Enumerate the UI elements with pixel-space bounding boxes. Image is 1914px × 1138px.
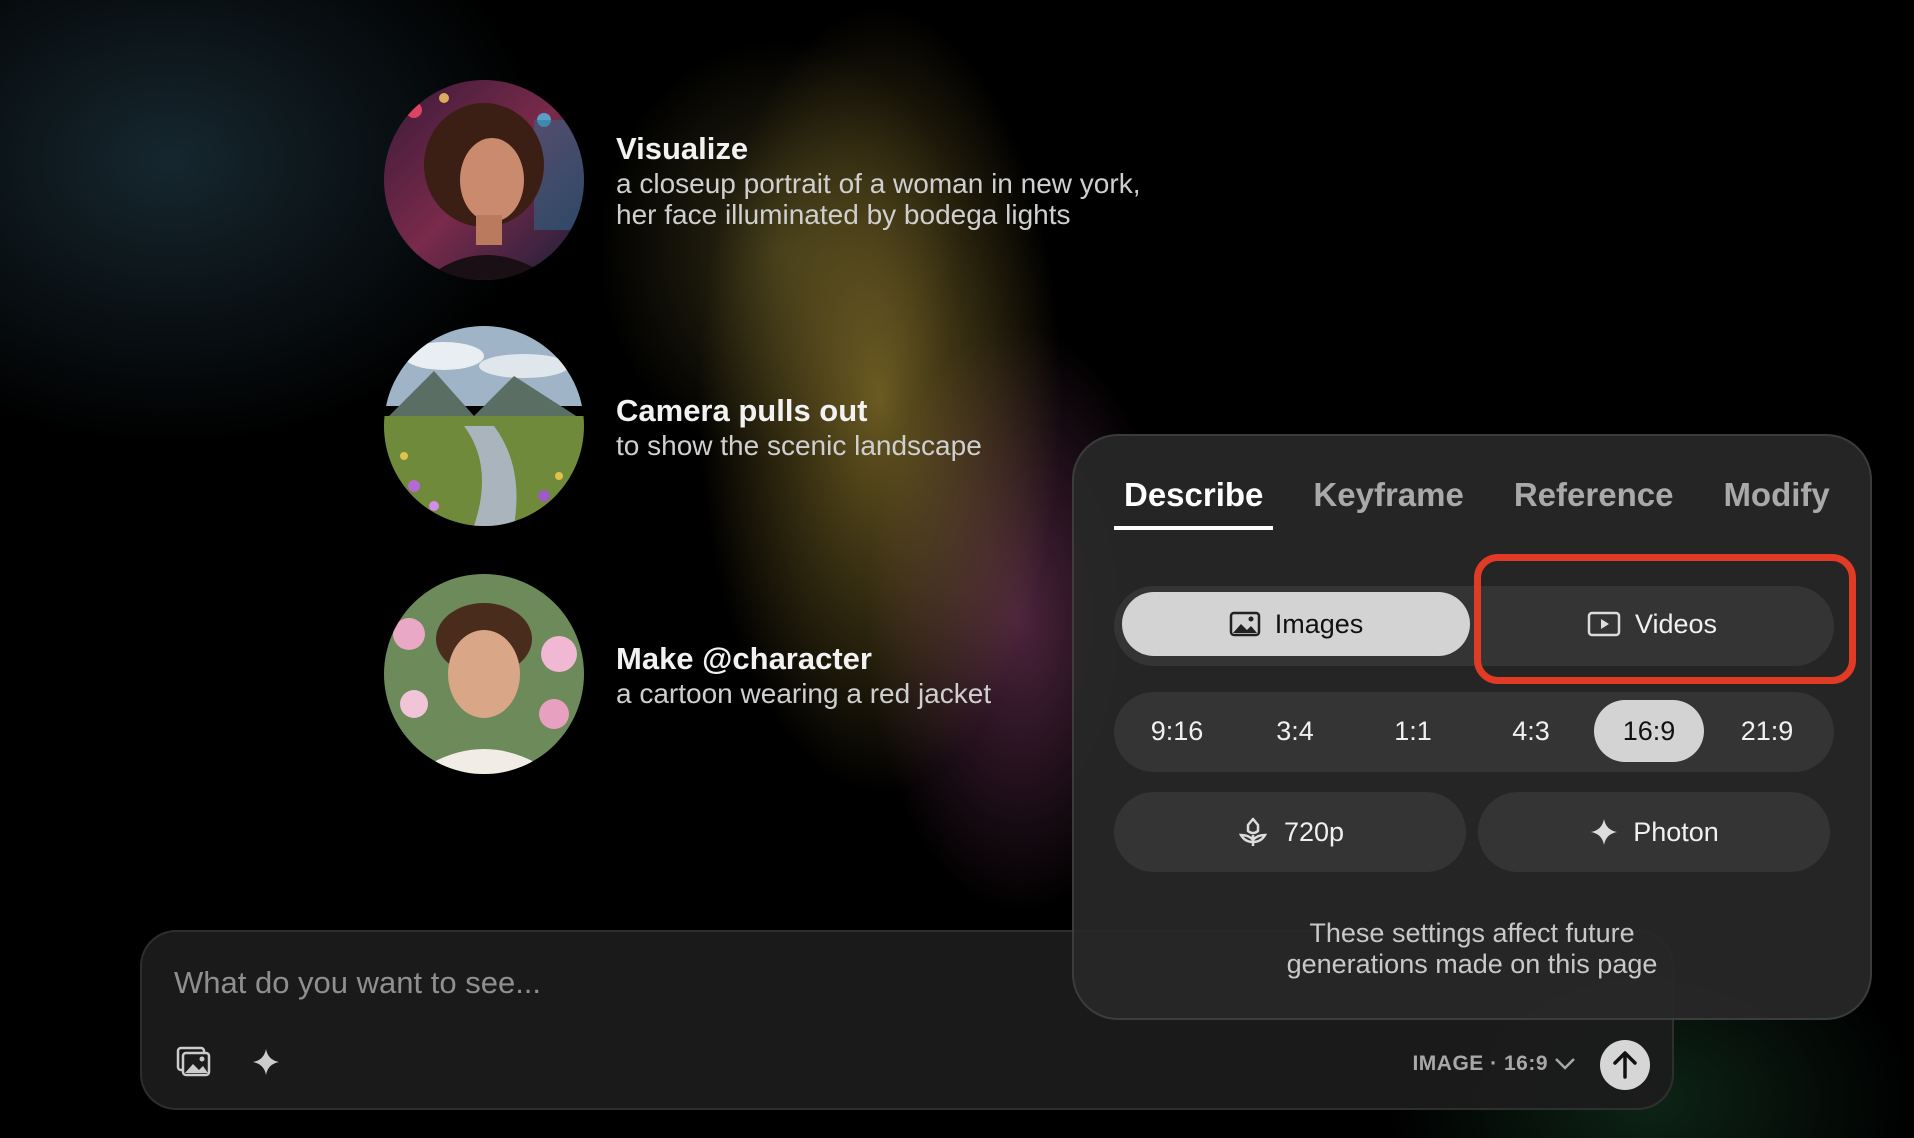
arrow-up-icon <box>1613 1051 1637 1079</box>
suggestion-thumbnail <box>384 326 584 526</box>
ratio-9-16[interactable]: 9:16 <box>1122 700 1232 762</box>
images-button[interactable]: Images <box>1122 592 1470 656</box>
flower-icon <box>1238 817 1268 846</box>
suggestion-description: a closeup portrait of a woman in new yor… <box>616 168 1141 230</box>
tab-describe[interactable]: Describe <box>1114 476 1274 530</box>
ratio-4-3[interactable]: 4:3 <box>1476 700 1586 762</box>
suggestion-visualize[interactable]: Visualize a closeup portrait of a woman … <box>384 80 1196 280</box>
videos-highlight-box <box>1474 554 1856 684</box>
suggestion-thumbnail <box>384 574 584 774</box>
images-label: Images <box>1274 608 1364 639</box>
mode-dropdown[interactable]: IMAGE · 16:9 <box>1412 1047 1576 1081</box>
image-upload-icon <box>176 1046 211 1077</box>
mode-label: IMAGE · 16:9 <box>1412 1052 1548 1075</box>
suggestion-title: Visualize <box>616 131 749 166</box>
sparkle-icon <box>1591 819 1618 845</box>
settings-note: These settings affect future generations… <box>1286 918 1658 979</box>
resolution-label: 720p <box>1283 816 1345 847</box>
tab-keyframe[interactable]: Keyframe <box>1303 476 1473 530</box>
image-upload-button[interactable] <box>174 1042 214 1082</box>
resolution-button[interactable]: 720p <box>1114 792 1466 872</box>
tab-reference[interactable]: Reference <box>1504 476 1684 530</box>
magic-prompt-button[interactable] <box>246 1042 286 1082</box>
aspect-ratio-selector: 9:16 3:4 1:1 4:3 16:9 21:9 <box>1114 692 1834 772</box>
tab-modify[interactable]: Modify <box>1713 476 1839 530</box>
ratio-1-1[interactable]: 1:1 <box>1358 700 1468 762</box>
model-button[interactable]: Photon <box>1478 792 1830 872</box>
generation-settings-panel: Describe Keyframe Reference Modify Image… <box>1072 434 1872 1020</box>
model-label: Photon <box>1633 816 1719 847</box>
submit-button[interactable] <box>1600 1040 1650 1090</box>
suggestion-thumbnail <box>384 80 584 280</box>
ratio-16-9[interactable]: 16:9 <box>1594 700 1704 762</box>
ratio-3-4[interactable]: 3:4 <box>1240 700 1350 762</box>
suggestion-title: Camera pulls out <box>616 392 868 428</box>
image-icon <box>1229 611 1260 637</box>
ratio-21-9[interactable]: 21:9 <box>1712 700 1822 762</box>
prompt-input[interactable] <box>172 960 1076 1006</box>
settings-tabs: Describe Keyframe Reference Modify <box>1114 476 1870 530</box>
chevron-down-icon <box>1555 1058 1575 1070</box>
sparkle-icon <box>253 1049 279 1075</box>
